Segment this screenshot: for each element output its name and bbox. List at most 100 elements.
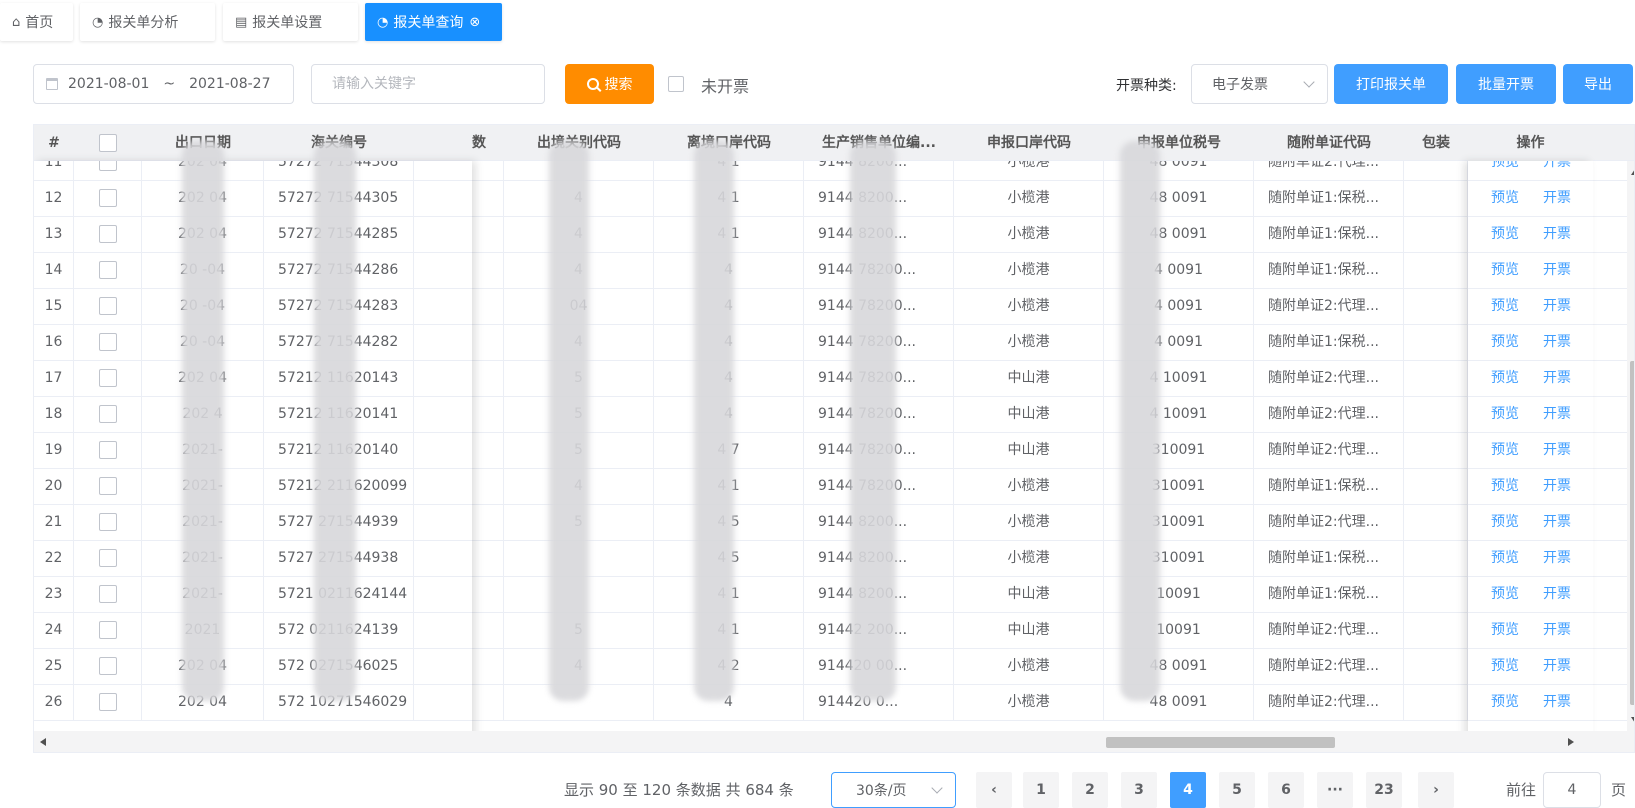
- invoice-type-select[interactable]: 电子发票: [1191, 64, 1328, 104]
- preview-link[interactable]: 预览: [1491, 289, 1519, 324]
- horizontal-scrollbar[interactable]: [34, 731, 1634, 752]
- table-row[interactable]: 17 202 04 57212 11620143 5 4 9144 78200... 中山港…: [34, 361, 1634, 397]
- preview-link[interactable]: 预览: [1491, 181, 1519, 216]
- table-row[interactable]: 11 202 04 57272 71544308 4 1 9144 8200... 小榄港…: [34, 161, 1634, 181]
- page-button[interactable]: 3: [1121, 772, 1157, 808]
- table-row[interactable]: 26 202 04 572 10271546029 4 914420 0... 小榄港 48…: [34, 685, 1634, 721]
- row-checkbox[interactable]: [98, 261, 117, 279]
- row-select-cell[interactable]: [74, 541, 142, 576]
- row-select-cell[interactable]: [74, 289, 142, 324]
- row-select-cell[interactable]: [74, 253, 142, 288]
- scroll-up-icon[interactable]: [1631, 169, 1634, 175]
- row-checkbox[interactable]: [98, 369, 117, 387]
- row-checkbox[interactable]: [98, 297, 117, 315]
- row-checkbox[interactable]: [98, 513, 117, 531]
- page-size-select[interactable]: 30条/页: [831, 772, 956, 808]
- page-button-current[interactable]: 4: [1170, 772, 1206, 808]
- page-button[interactable]: 6: [1268, 772, 1304, 808]
- preview-link[interactable]: 预览: [1491, 397, 1519, 432]
- invoice-link[interactable]: 开票: [1543, 613, 1571, 648]
- close-icon[interactable]: ⊗: [469, 15, 480, 30]
- table-row[interactable]: 23 2021- 5721 0211624144 4 1 9144 8200... 中山港…: [34, 577, 1634, 613]
- row-checkbox[interactable]: [98, 161, 117, 171]
- invoice-link[interactable]: 开票: [1543, 325, 1571, 360]
- header-count[interactable]: 数: [414, 125, 504, 161]
- invoice-link[interactable]: 开票: [1543, 469, 1571, 504]
- scroll-down-icon[interactable]: [1631, 717, 1634, 723]
- invoice-link[interactable]: 开票: [1543, 577, 1571, 612]
- table-row[interactable]: 14 20 -04 57272 71544286 4 4 9144 78200... 小榄港…: [34, 253, 1634, 289]
- preview-link[interactable]: 预览: [1491, 505, 1519, 540]
- row-select-cell[interactable]: [74, 433, 142, 468]
- header-producer[interactable]: 生产销售单位编...: [804, 125, 954, 161]
- export-button[interactable]: 导出: [1563, 64, 1633, 104]
- print-declaration-button[interactable]: 打印报关单: [1334, 64, 1448, 104]
- date-range-picker[interactable]: 2021-08-01 ~ 2021-08-27: [33, 64, 294, 104]
- invoice-link[interactable]: 开票: [1543, 505, 1571, 540]
- invoice-link[interactable]: 开票: [1543, 289, 1571, 324]
- header-select-all[interactable]: [74, 125, 142, 161]
- date-end[interactable]: 2021-08-27: [189, 76, 270, 92]
- preview-link[interactable]: 预览: [1491, 577, 1519, 612]
- table-row[interactable]: 18 202 4 57212 11620141 5 4 9144 78200... 中山港 4…: [34, 397, 1634, 433]
- row-select-cell[interactable]: [74, 397, 142, 432]
- horizontal-scroll-thumb[interactable]: [1106, 737, 1335, 748]
- row-checkbox[interactable]: [98, 441, 117, 459]
- preview-link[interactable]: 预览: [1491, 469, 1519, 504]
- table-row[interactable]: 16 20 -04 57272 71544282 4 4 9144 78200... 小榄港…: [34, 325, 1634, 361]
- row-select-cell[interactable]: [74, 685, 142, 720]
- row-checkbox[interactable]: [98, 405, 117, 423]
- preview-link[interactable]: 预览: [1491, 217, 1519, 252]
- invoice-link[interactable]: 开票: [1543, 217, 1571, 252]
- vertical-scrollbar[interactable]: [1627, 161, 1634, 731]
- invoice-link[interactable]: 开票: [1543, 161, 1571, 180]
- header-customs-code[interactable]: 海关编号: [264, 125, 414, 161]
- table-row[interactable]: 20 2021- 57212 211620099 4 4 1 9144 78200... 小…: [34, 469, 1634, 505]
- invoice-link[interactable]: 开票: [1543, 181, 1571, 216]
- row-select-cell[interactable]: [74, 161, 142, 180]
- header-departure-port-code[interactable]: 离境口岸代码: [654, 125, 804, 161]
- row-checkbox[interactable]: [98, 225, 117, 243]
- row-checkbox[interactable]: [98, 549, 117, 567]
- row-checkbox[interactable]: [98, 333, 117, 351]
- page-button[interactable]: 23: [1366, 772, 1402, 808]
- preview-link[interactable]: 预览: [1491, 361, 1519, 396]
- preview-link[interactable]: 预览: [1491, 253, 1519, 288]
- invoice-link[interactable]: 开票: [1543, 649, 1571, 684]
- row-checkbox[interactable]: [98, 477, 117, 495]
- page-button[interactable]: 1: [1023, 772, 1059, 808]
- table-row[interactable]: 12 202 04 57272 71544305 4 4 1 9144 8200... 小榄…: [34, 181, 1634, 217]
- tab-declaration-settings[interactable]: ▤ 报关单设置: [223, 3, 358, 41]
- table-row[interactable]: 24 2021 572 0211624139 5 4 1 91442 200... 中山港 1…: [34, 613, 1634, 649]
- invoice-link[interactable]: 开票: [1543, 253, 1571, 288]
- row-select-cell[interactable]: [74, 577, 142, 612]
- search-button[interactable]: 搜索: [565, 64, 654, 104]
- row-select-cell[interactable]: [74, 325, 142, 360]
- table-row[interactable]: 13 202 04 57272 71544285 4 4 1 9144 8200... 小榄…: [34, 217, 1634, 253]
- tab-declaration-analysis[interactable]: ◔ 报关单分析: [80, 3, 215, 41]
- preview-link[interactable]: 预览: [1491, 433, 1519, 468]
- prev-page-button[interactable]: ‹: [976, 772, 1012, 808]
- preview-link[interactable]: 预览: [1491, 685, 1519, 720]
- table-row[interactable]: 21 2021- 5727 271544939 5 4 5 9144 8200... 小榄港…: [34, 505, 1634, 541]
- row-checkbox[interactable]: [98, 585, 117, 603]
- scroll-left-icon[interactable]: [40, 738, 46, 746]
- header-exit-customs-code[interactable]: 出境关别代码: [504, 125, 654, 161]
- preview-link[interactable]: 预览: [1491, 541, 1519, 576]
- invoice-link[interactable]: 开票: [1543, 361, 1571, 396]
- invoice-link[interactable]: 开票: [1543, 541, 1571, 576]
- date-start[interactable]: 2021-08-01: [68, 76, 149, 92]
- row-select-cell[interactable]: [74, 613, 142, 648]
- preview-link[interactable]: 预览: [1491, 649, 1519, 684]
- table-row[interactable]: 25 202 04 572 0271546025 4 4 2 914420 00... 小榄…: [34, 649, 1634, 685]
- header-attached-doc-code[interactable]: 随附单证代码: [1254, 125, 1404, 161]
- unissued-checkbox[interactable]: [668, 76, 684, 92]
- preview-link[interactable]: 预览: [1491, 325, 1519, 360]
- row-select-cell[interactable]: [74, 361, 142, 396]
- preview-link[interactable]: 预览: [1491, 161, 1519, 180]
- header-packaging[interactable]: 包装: [1404, 125, 1468, 161]
- goto-page-input[interactable]: [1543, 772, 1601, 808]
- row-select-cell[interactable]: [74, 649, 142, 684]
- row-select-cell[interactable]: [74, 217, 142, 252]
- select-all-checkbox[interactable]: [99, 134, 117, 152]
